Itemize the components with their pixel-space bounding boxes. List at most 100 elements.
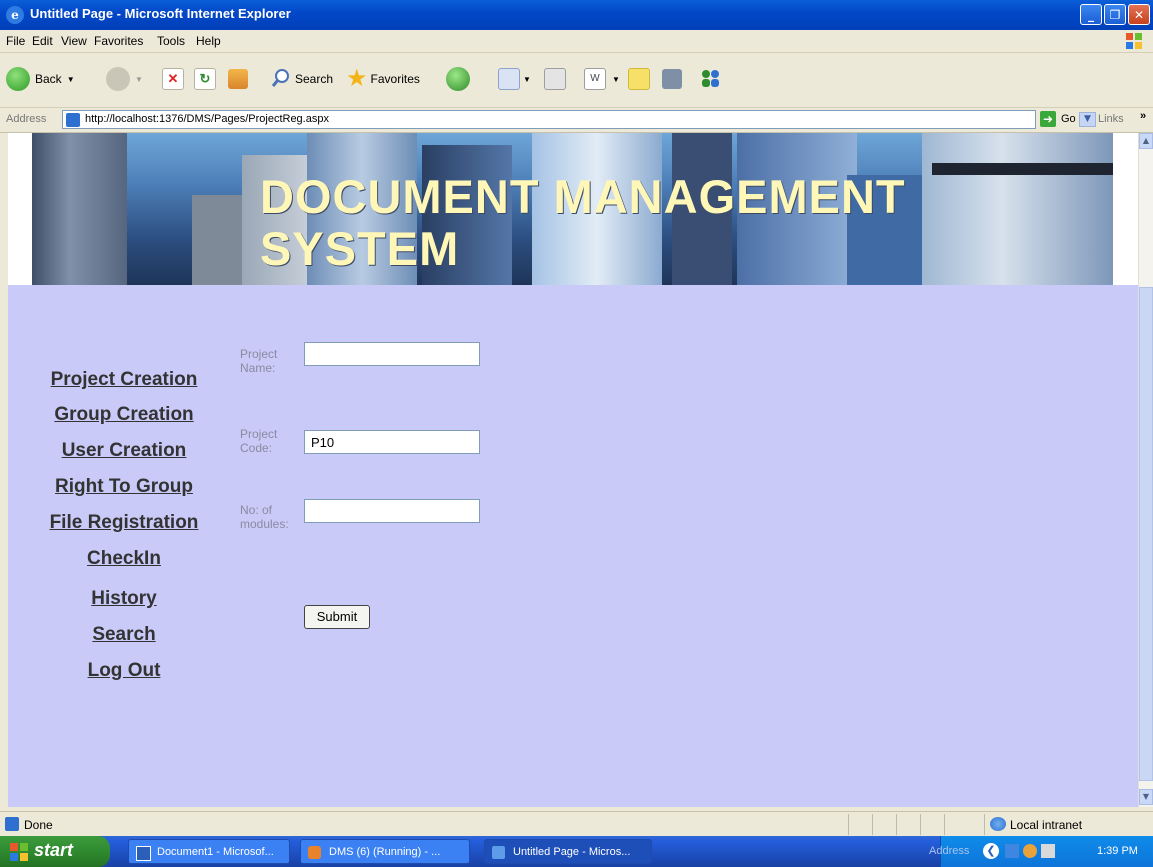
taskbar: start Document1 - Microsof... DMS (6) (R… bbox=[0, 836, 1153, 867]
minimize-button[interactable]: _ bbox=[1080, 4, 1102, 25]
address-input[interactable]: http://localhost:1376/DMS/Pages/ProjectR… bbox=[62, 110, 1096, 129]
security-zone: Local intranet bbox=[1010, 818, 1083, 832]
links-button[interactable]: Links bbox=[1098, 113, 1124, 125]
forward-button[interactable]: ▼ bbox=[106, 67, 143, 91]
scroll-down-icon[interactable]: ▼ bbox=[1139, 789, 1153, 805]
home-icon bbox=[228, 69, 248, 89]
nav-file-registration[interactable]: File Registration bbox=[24, 512, 224, 534]
scroll-up-icon[interactable]: ▲ bbox=[1139, 133, 1153, 149]
mail-icon bbox=[498, 68, 520, 90]
address-dropdown-icon[interactable]: ▼ bbox=[1079, 112, 1096, 127]
banner-title-line1: DOCUMENT MANAGEMENT bbox=[260, 170, 906, 223]
nav-user-creation[interactable]: User Creation bbox=[24, 440, 224, 462]
forward-arrow-icon bbox=[106, 67, 130, 91]
maximize-button[interactable]: ❐ bbox=[1104, 4, 1126, 25]
clock: 1:39 PM bbox=[1097, 845, 1138, 857]
status-divider bbox=[872, 814, 873, 835]
banner-title-line2: SYSTEM bbox=[260, 222, 460, 275]
mail-dropdown-icon[interactable]: ▼ bbox=[523, 75, 531, 84]
menu-help[interactable]: Help bbox=[196, 34, 221, 48]
status-divider bbox=[920, 814, 921, 835]
building-shape bbox=[32, 133, 127, 285]
menu-bar: File Edit View Favorites Tools Help bbox=[0, 30, 1153, 53]
home-button[interactable] bbox=[228, 67, 248, 91]
status-divider bbox=[944, 814, 945, 835]
back-label: Back bbox=[35, 72, 62, 86]
network-icon[interactable] bbox=[1005, 844, 1019, 858]
favorites-button[interactable]: ★ Favorites bbox=[346, 67, 420, 91]
search-icon bbox=[270, 67, 292, 92]
search-label: Search bbox=[295, 72, 334, 86]
research-icon bbox=[662, 69, 682, 89]
nav-group-creation[interactable]: Group Creation bbox=[24, 404, 224, 426]
nav-right-to-group[interactable]: Right To Group bbox=[24, 476, 224, 498]
status-text: Done bbox=[24, 818, 53, 832]
go-button[interactable]: Go bbox=[1061, 113, 1076, 125]
discuss-button[interactable] bbox=[628, 67, 650, 91]
nav-project-creation[interactable]: Project Creation bbox=[24, 369, 224, 391]
print-icon bbox=[544, 68, 566, 90]
research-button[interactable] bbox=[662, 67, 682, 91]
go-arrow-icon[interactable]: ➜ bbox=[1040, 111, 1056, 127]
start-button[interactable]: start bbox=[0, 836, 110, 867]
page-viewport: DOCUMENT MANAGEMENT SYSTEM Project Creat… bbox=[8, 133, 1138, 807]
task-label: Untitled Page - Micros... bbox=[513, 846, 631, 858]
task-dms[interactable]: DMS (6) (Running) - ... bbox=[300, 839, 470, 864]
project-code-input[interactable] bbox=[304, 430, 480, 454]
modules-input[interactable] bbox=[304, 499, 480, 523]
status-divider bbox=[984, 814, 985, 835]
vertical-scrollbar[interactable]: ▲ ▼ bbox=[1138, 133, 1153, 807]
task-document1[interactable]: Document1 - Microsof... bbox=[128, 839, 290, 864]
search-button[interactable]: Search bbox=[270, 67, 333, 91]
ie-icon: e bbox=[6, 6, 24, 24]
messenger-button[interactable] bbox=[698, 67, 722, 91]
menu-tools[interactable]: Tools bbox=[157, 34, 185, 48]
nav-log-out[interactable]: Log Out bbox=[24, 660, 224, 682]
scroll-thumb[interactable] bbox=[1139, 287, 1153, 781]
windows-flag-icon bbox=[10, 843, 28, 861]
status-divider bbox=[848, 814, 849, 835]
project-code-label: Project Code: bbox=[240, 427, 278, 455]
submit-button[interactable]: Submit bbox=[304, 605, 370, 629]
address-label: Address bbox=[6, 113, 47, 125]
history-button[interactable] bbox=[446, 67, 470, 91]
start-label: start bbox=[34, 840, 74, 860]
tray-address-label[interactable]: Address bbox=[929, 845, 969, 857]
address-url[interactable]: http://localhost:1376/DMS/Pages/ProjectR… bbox=[85, 113, 329, 125]
visual-studio-icon bbox=[308, 846, 321, 859]
tray-expand-icon[interactable]: ❮ bbox=[983, 843, 999, 859]
links-chevron-icon[interactable]: » bbox=[1140, 110, 1146, 122]
task-label: DMS (6) (Running) - ... bbox=[329, 846, 441, 858]
menu-file[interactable]: File bbox=[6, 34, 25, 48]
back-button[interactable]: Back ▼ bbox=[6, 67, 75, 91]
print-button[interactable] bbox=[544, 67, 566, 91]
volume-icon[interactable] bbox=[1041, 844, 1055, 858]
system-tray: Address ❮ 1:39 PM bbox=[929, 836, 1153, 867]
banner-image: DOCUMENT MANAGEMENT SYSTEM bbox=[32, 133, 1113, 285]
edit-button[interactable]: W ▼ bbox=[584, 67, 620, 91]
project-name-input[interactable] bbox=[304, 342, 480, 366]
menu-favorites[interactable]: Favorites bbox=[94, 34, 143, 48]
page-done-icon bbox=[5, 817, 19, 831]
mail-button[interactable]: ▼ bbox=[498, 67, 531, 91]
refresh-icon: ↻ bbox=[194, 68, 216, 90]
windows-logo-icon bbox=[1125, 32, 1143, 50]
refresh-button[interactable]: ↻ bbox=[194, 67, 216, 91]
nav-history[interactable]: History bbox=[24, 588, 224, 610]
menu-view[interactable]: View bbox=[61, 34, 87, 48]
forward-dropdown-icon[interactable]: ▼ bbox=[135, 75, 143, 84]
content-area: Project Creation Group Creation User Cre… bbox=[8, 285, 1138, 807]
stop-button[interactable]: ✕ bbox=[162, 67, 184, 91]
stop-icon: ✕ bbox=[162, 68, 184, 90]
toolbar: Back ▼ ▼ ✕ ↻ Search ★ Favorites ▼ W ▼ bbox=[0, 53, 1153, 108]
back-dropdown-icon[interactable]: ▼ bbox=[67, 75, 75, 84]
nav-checkin[interactable]: CheckIn bbox=[24, 548, 224, 570]
nav-search[interactable]: Search bbox=[24, 624, 224, 646]
banner-title: DOCUMENT MANAGEMENT SYSTEM bbox=[260, 171, 906, 275]
task-untitled-page[interactable]: Untitled Page - Micros... bbox=[484, 839, 652, 864]
tray-app-icon[interactable] bbox=[1023, 844, 1037, 858]
messenger-icon bbox=[698, 67, 722, 92]
close-button[interactable]: ✕ bbox=[1128, 4, 1150, 25]
menu-edit[interactable]: Edit bbox=[32, 34, 53, 48]
edit-dropdown-icon[interactable]: ▼ bbox=[612, 75, 620, 84]
